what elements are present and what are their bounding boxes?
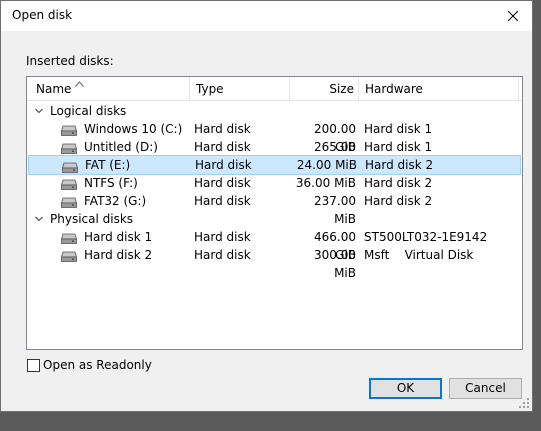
column-header-name[interactable]: Name: [27, 77, 190, 101]
cell-size: 24.00 MiB: [296, 158, 357, 172]
window-title: Open disk: [12, 8, 73, 22]
disk-list[interactable]: Name Type Size Hardware Logical disks Win…: [26, 76, 523, 350]
readonly-checkbox[interactable]: [27, 359, 40, 372]
cell-hardware: ST500LT032-1E9142: [364, 230, 488, 244]
cell-name: Hard disk 1: [84, 230, 153, 244]
cell-name: FAT32 (G:): [84, 194, 147, 208]
inserted-disks-label: Inserted disks:: [26, 54, 114, 68]
cell-name: Windows 10 (C:): [84, 122, 183, 136]
readonly-label: Open as Readonly: [43, 358, 152, 372]
table-row[interactable]: FAT32 (G:) Hard disk 237.00 MiB Hard disk 2: [28, 192, 521, 226]
group-label: Logical disks: [50, 104, 127, 118]
column-header-size[interactable]: Size: [290, 77, 359, 101]
cell-hardware: Hard disk 2: [364, 176, 433, 190]
table-row[interactable]: NTFS (F:) Hard disk 36.00 MiB Hard disk 2: [28, 174, 521, 192]
table-row[interactable]: Windows 10 (C:) Hard disk 200.00 GiB Hard d…: [28, 120, 521, 154]
hard-disk-icon: [60, 249, 78, 267]
cell-name: FAT (E:): [85, 158, 131, 172]
cell-hardware: Hard disk 1: [364, 122, 433, 136]
open-disk-dialog: Open disk Inserted disks: Name Type Size…: [0, 0, 533, 412]
cell-hardware: Msft Virtual Disk: [364, 248, 474, 262]
cell-type: Hard disk: [194, 122, 251, 136]
column-header-type[interactable]: Type: [190, 77, 290, 101]
cell-size: 36.00 MiB: [295, 176, 356, 190]
table-row[interactable]: Untitled (D:)Hard disk265.00 GiBHard dis…: [28, 138, 521, 172]
table-row[interactable]: Hard disk 1 Hard disk 466.00 GiB ST500LT032…: [28, 228, 521, 262]
title-bar: Open disk: [1, 1, 532, 31]
table-row[interactable]: FAT (E:) Hard disk 24.00 MiB Hard disk 2: [28, 155, 521, 175]
cell-type: Hard disk: [194, 248, 251, 262]
table-row[interactable]: Hard disk 2 Hard disk 300.00 MiB Msft Virtu…: [28, 246, 521, 280]
close-button[interactable]: [494, 1, 532, 31]
cell-type: Hard disk: [194, 230, 251, 244]
cell-type: Hard disk: [194, 140, 251, 154]
group-header[interactable]: Logical disks: [28, 102, 521, 120]
ok-button[interactable]: OK: [369, 378, 442, 399]
resize-grip-icon[interactable]: [519, 398, 529, 408]
cell-name: Untitled (D:): [84, 140, 158, 154]
cell-name: Hard disk 2: [84, 248, 153, 262]
cell-size: 300.00 MiB: [314, 248, 356, 280]
cell-hardware: Hard disk 2: [365, 158, 434, 172]
cancel-button[interactable]: Cancel: [449, 378, 522, 399]
group-label: Physical disks: [50, 212, 134, 226]
sort-ascending-icon: [75, 81, 84, 87]
cell-type: Hard disk: [195, 158, 252, 172]
list-header: Name Type Size Hardware: [27, 77, 522, 101]
cell-hardware: Hard disk 1: [364, 140, 433, 154]
cell-type: Hard disk: [194, 194, 251, 208]
cell-hardware: Hard disk 2: [364, 194, 433, 208]
column-header-hardware[interactable]: Hardware: [359, 77, 519, 101]
close-icon: [508, 11, 518, 21]
cell-type: Hard disk: [194, 176, 251, 190]
column-header-name-label: Name: [36, 82, 72, 96]
group-header[interactable]: Physical disks: [28, 210, 521, 228]
cell-name: NTFS (F:): [84, 176, 138, 190]
